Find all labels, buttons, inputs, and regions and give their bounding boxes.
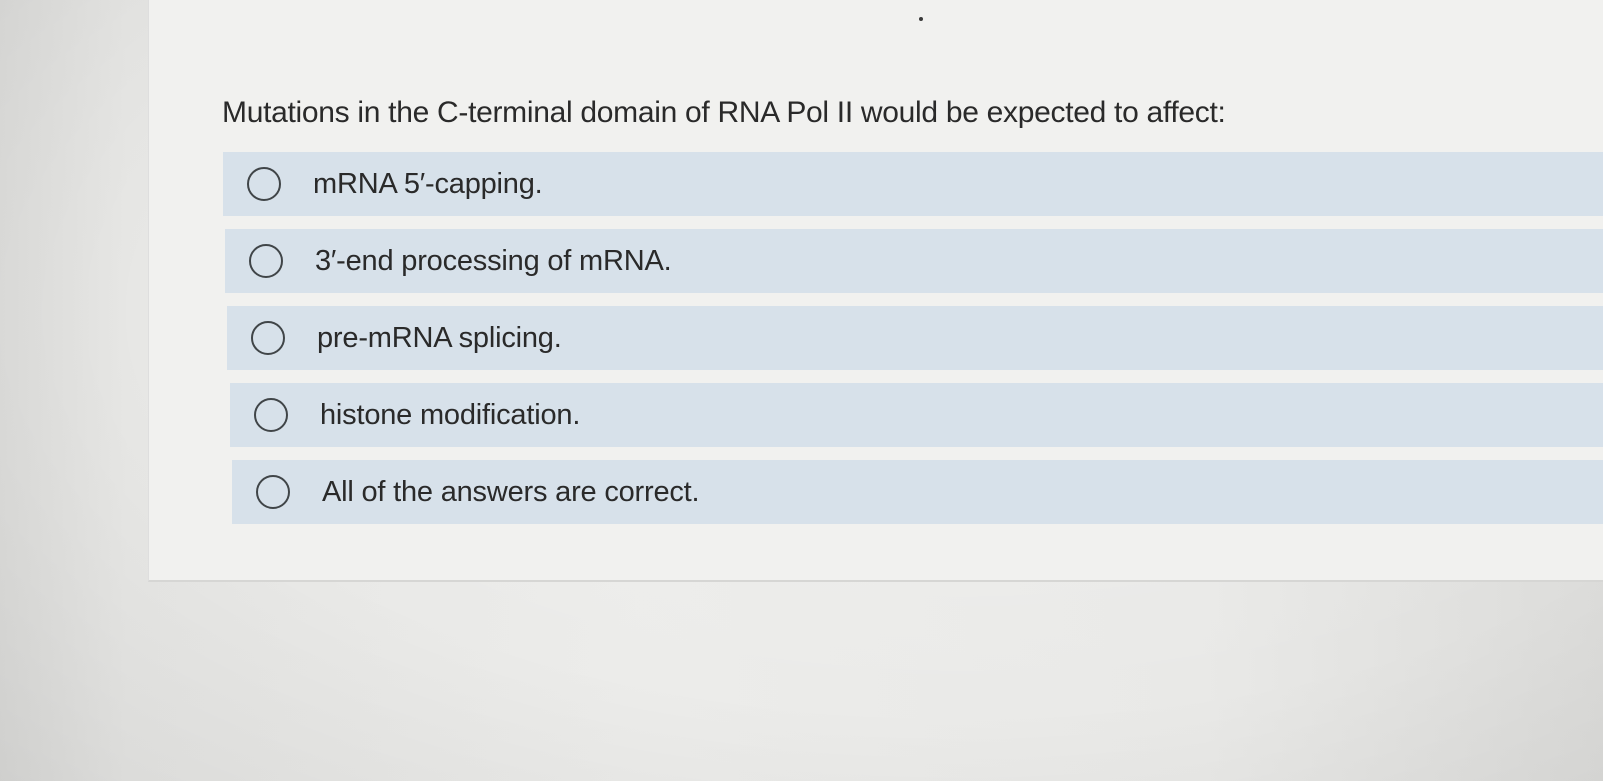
radio-unselected-icon[interactable]	[256, 475, 290, 509]
radio-unselected-icon[interactable]	[254, 398, 288, 432]
answer-option-3[interactable]: pre-mRNA splicing.	[227, 306, 1603, 370]
answer-option-5[interactable]: All of the answers are correct.	[232, 460, 1603, 524]
radio-unselected-icon[interactable]	[247, 167, 281, 201]
answer-label: mRNA 5′-capping.	[313, 167, 543, 200]
stray-mark	[919, 17, 923, 21]
answer-label: All of the answers are correct.	[322, 475, 700, 508]
answer-label: 3′-end processing of mRNA.	[315, 244, 672, 277]
question-text: Mutations in the C-terminal domain of RN…	[222, 96, 1226, 129]
answer-option-4[interactable]: histone modification.	[230, 383, 1603, 447]
answer-label: pre-mRNA splicing.	[317, 321, 562, 354]
answer-option-2[interactable]: 3′-end processing of mRNA.	[225, 229, 1603, 293]
answer-label: histone modification.	[320, 398, 581, 431]
radio-unselected-icon[interactable]	[251, 321, 285, 355]
answer-option-1[interactable]: mRNA 5′-capping.	[223, 152, 1603, 216]
radio-unselected-icon[interactable]	[249, 244, 283, 278]
